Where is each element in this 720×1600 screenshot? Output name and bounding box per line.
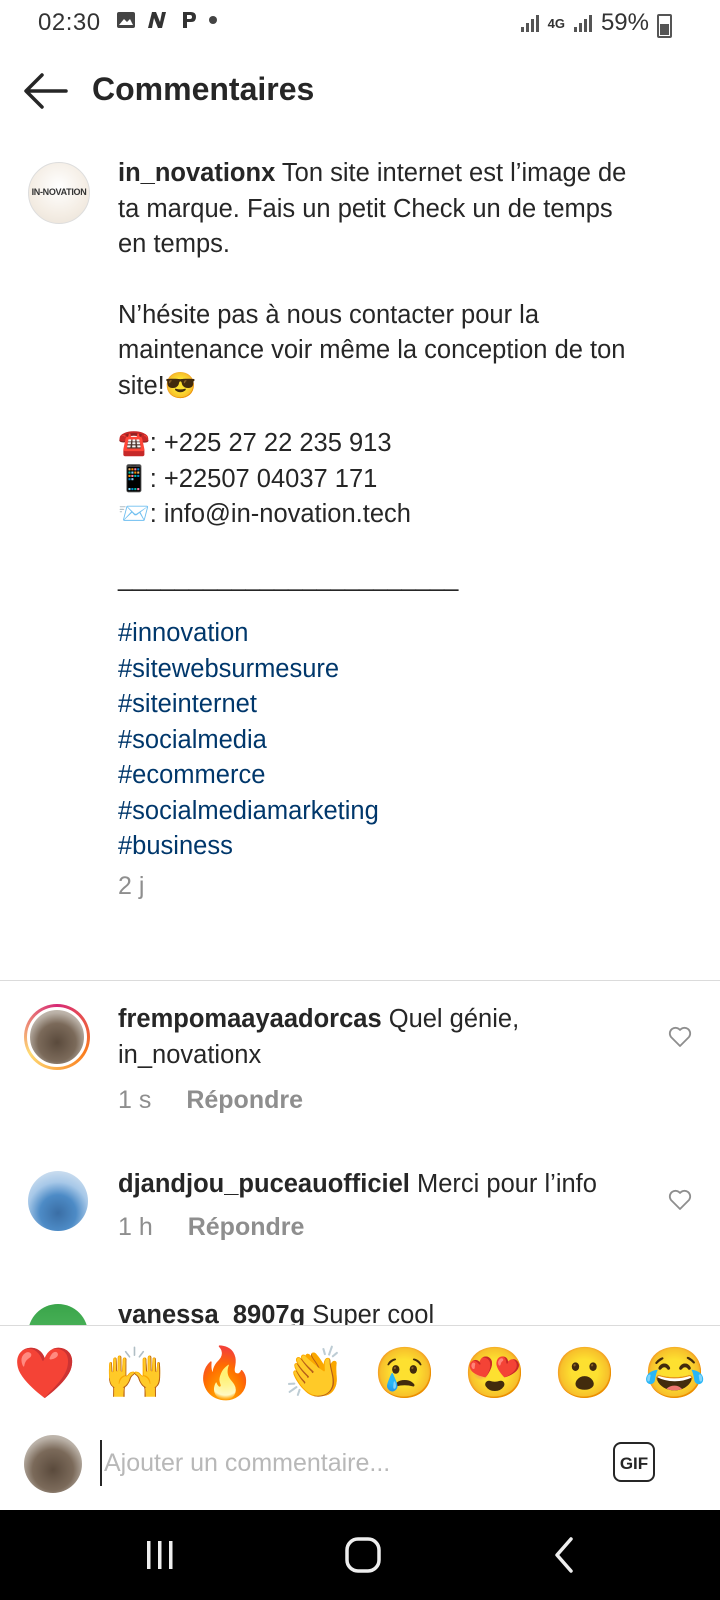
reply-button[interactable]: Répondre bbox=[186, 1086, 303, 1114]
avatar bbox=[24, 1435, 82, 1493]
reaction-laughing[interactable]: 😂 bbox=[644, 1343, 706, 1403]
back-arrow-icon bbox=[24, 73, 68, 109]
page-title: Commentaires bbox=[92, 71, 315, 107]
comment-time: 1 s bbox=[118, 1086, 152, 1114]
status-bar: 02:30 4G 59% bbox=[0, 0, 720, 46]
battery-percent: 59% bbox=[600, 9, 649, 36]
avatar[interactable]: IN-NOVATION bbox=[28, 162, 90, 224]
caption-text-2: N’hésite pas à nous contacter pour la ma… bbox=[118, 300, 626, 400]
caption-intro: in_novationx Ton site internet est l’ima… bbox=[118, 156, 648, 263]
divider bbox=[0, 980, 720, 981]
home-icon[interactable] bbox=[333, 1535, 393, 1575]
comment-meta: 1 s Répondre bbox=[118, 1086, 303, 1115]
caption-separator: ________________________ bbox=[118, 563, 459, 592]
comment-username[interactable]: vanessa_8907g bbox=[118, 1301, 305, 1326]
hashtag-link[interactable]: #sitewebsurmesure bbox=[118, 652, 648, 688]
reaction-bar: ❤️ 🙌 🔥 👏 😢 😍 😮 😂 bbox=[0, 1325, 720, 1421]
signal-icon bbox=[520, 15, 539, 32]
reaction-surprised[interactable]: 😮 bbox=[554, 1343, 616, 1403]
p-app-icon bbox=[183, 12, 196, 28]
back-button[interactable] bbox=[22, 69, 70, 113]
comment-text-block: vanessa_8907g Super cool bbox=[118, 1298, 638, 1326]
status-time: 02:30 bbox=[38, 9, 101, 36]
comment-text-block: frempomaayaadorcas Quel génie, in_novati… bbox=[118, 1002, 638, 1073]
heart-icon[interactable] bbox=[668, 1189, 692, 1211]
recents-icon[interactable] bbox=[130, 1535, 190, 1575]
avatar[interactable] bbox=[28, 1171, 88, 1231]
gallery-icon bbox=[117, 12, 135, 28]
comment-username[interactable]: djandjou_puceauofficiel bbox=[118, 1170, 410, 1198]
hashtag-link[interactable]: #socialmediamarketing bbox=[118, 794, 648, 830]
hashtag-link[interactable]: #socialmedia bbox=[118, 723, 648, 759]
network-type: 4G bbox=[547, 15, 565, 31]
avatar-logo-text: IN-NOVATION bbox=[31, 187, 87, 197]
hashtag-link[interactable]: #siteinternet bbox=[118, 687, 648, 723]
back-nav-icon[interactable] bbox=[535, 1535, 595, 1575]
comment-input[interactable] bbox=[100, 1440, 584, 1486]
system-nav-bar bbox=[0, 1510, 720, 1600]
comment-time: 1 h bbox=[118, 1213, 153, 1241]
status-right: 4G 59% bbox=[520, 9, 672, 38]
reply-button[interactable]: Répondre bbox=[188, 1213, 305, 1241]
reaction-crying[interactable]: 😢 bbox=[374, 1343, 436, 1403]
reaction-raised-hands[interactable]: 🙌 bbox=[104, 1343, 166, 1403]
dot-icon bbox=[209, 16, 217, 24]
caption-mobile: 📱: +22507 04037 171 bbox=[118, 464, 378, 493]
reaction-clap[interactable]: 👏 bbox=[284, 1343, 346, 1403]
caption-username[interactable]: in_novationx bbox=[118, 159, 275, 187]
reaction-fire[interactable]: 🔥 bbox=[194, 1343, 256, 1403]
header: Commentaires bbox=[0, 55, 720, 125]
comment-composer: GIF bbox=[0, 1420, 720, 1510]
caption-timestamp: 2 j bbox=[118, 871, 145, 900]
comment-username[interactable]: frempomaayaadorcas bbox=[118, 1005, 382, 1033]
comment-text: Super cool bbox=[312, 1301, 435, 1326]
avatar[interactable] bbox=[24, 1004, 90, 1070]
heart-icon[interactable] bbox=[668, 1026, 692, 1048]
comment-meta: 1 h Répondre bbox=[118, 1213, 304, 1242]
n-app-icon bbox=[148, 12, 166, 28]
avatar[interactable] bbox=[28, 1304, 88, 1326]
reaction-heart-eyes[interactable]: 😍 bbox=[464, 1343, 526, 1403]
hashtag-link[interactable]: #business bbox=[118, 829, 648, 865]
comment-item: vanessa_8907g Super cool bbox=[0, 1296, 720, 1326]
comment-text-block: djandjou_puceauofficiel Merci pour l’inf… bbox=[118, 1167, 658, 1203]
hashtag-link[interactable]: #ecommerce bbox=[118, 758, 648, 794]
reaction-heart[interactable]: ❤️ bbox=[14, 1343, 76, 1403]
gif-button[interactable]: GIF bbox=[613, 1442, 655, 1482]
comment-item: djandjou_puceauofficiel Merci pour l’inf… bbox=[0, 1165, 720, 1275]
notification-icons bbox=[116, 10, 218, 30]
post-caption: IN-NOVATION in_novationx Ton site intern… bbox=[0, 150, 720, 980]
comment-item: frempomaayaadorcas Quel génie, in_novati… bbox=[0, 1000, 720, 1130]
caption-body: in_novationx Ton site internet est l’ima… bbox=[118, 156, 648, 904]
battery-icon bbox=[657, 14, 672, 38]
signal-icon-2 bbox=[573, 15, 592, 32]
hashtag-link[interactable]: #innovation bbox=[118, 616, 648, 652]
caption-email: 📨: info@in-novation.tech bbox=[118, 500, 411, 528]
caption-phone: ☎️: +225 27 22 235 913 bbox=[118, 429, 392, 457]
comment-text: Merci pour l’info bbox=[416, 1170, 597, 1198]
